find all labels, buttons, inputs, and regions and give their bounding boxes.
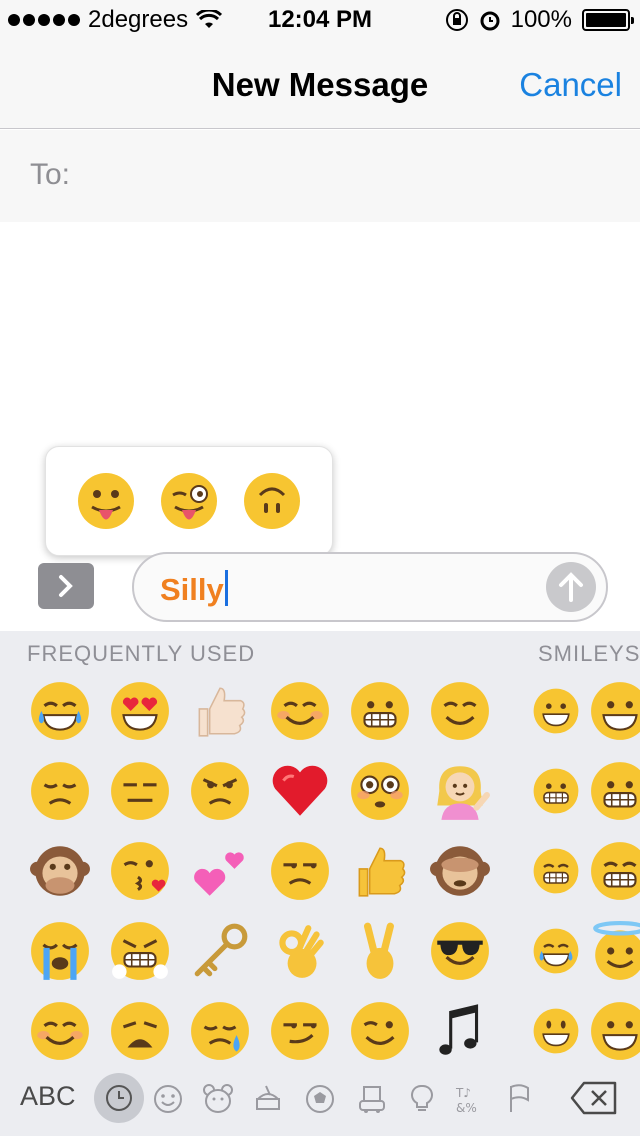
tears-of-joy-emoji[interactable]	[532, 911, 580, 991]
beaming-partial-emoji[interactable]	[580, 831, 640, 911]
message-input-value: Silly	[160, 572, 224, 607]
unamused-emoji[interactable]	[260, 831, 340, 911]
to-label: To:	[30, 158, 71, 191]
svg-text:T♪: T♪	[455, 1086, 471, 1100]
alarm-icon	[480, 11, 500, 31]
sports-ball-icon[interactable]	[300, 1079, 340, 1119]
grinning-emoji[interactable]	[532, 671, 580, 751]
smiley-emoji[interactable]	[532, 991, 580, 1071]
battery-percent: 100%	[510, 6, 572, 33]
food-icon[interactable]	[248, 1079, 288, 1119]
grinning-partial-emoji[interactable]	[580, 671, 640, 751]
symbols-icon[interactable]: T♪ &%	[450, 1079, 490, 1119]
grimacing-emoji[interactable]	[532, 751, 580, 831]
buildings-icon[interactable]	[352, 1079, 392, 1119]
recipient-field[interactable]: To:	[0, 130, 640, 222]
send-button[interactable]	[546, 562, 596, 612]
kissing-heart-emoji[interactable]	[100, 831, 180, 911]
tears-of-joy-emoji[interactable]	[20, 671, 100, 751]
expand-apps-button[interactable]	[38, 563, 94, 609]
thumbs-up-emoji[interactable]	[340, 831, 420, 911]
tongue-out-emoji[interactable]	[76, 471, 136, 531]
relieved-emoji[interactable]	[420, 671, 500, 751]
backspace-icon	[570, 1081, 617, 1115]
weary-emoji[interactable]	[100, 991, 180, 1071]
battery-fill	[586, 13, 626, 27]
abc-key[interactable]: ABC	[20, 1081, 76, 1112]
rotation-lock-icon	[445, 9, 468, 31]
status-bar: 2degrees 12:04 PM 100%	[0, 0, 640, 40]
emoji-grid	[20, 671, 640, 1071]
information-desk-person-emoji[interactable]	[420, 751, 500, 831]
delete-key[interactable]	[570, 1081, 618, 1120]
battery-icon	[582, 9, 634, 31]
section-smileys-label: SMILEYS	[538, 641, 640, 666]
upside-down-face-emoji[interactable]	[242, 471, 302, 531]
heart-eyes-emoji[interactable]	[100, 671, 180, 751]
musical-notes-emoji[interactable]	[420, 991, 500, 1071]
pensive-emoji[interactable]	[20, 751, 100, 831]
halo-partial-emoji[interactable]	[580, 911, 640, 991]
red-heart-emoji[interactable]	[260, 751, 340, 831]
navigation-bar: New Message Cancel	[0, 40, 640, 129]
beaming-emoji[interactable]	[532, 831, 580, 911]
animal-icon[interactable]	[198, 1079, 238, 1119]
flushed-emoji[interactable]	[340, 751, 420, 831]
section-frequently-used-label: FREQUENTLY USED	[27, 641, 256, 666]
message-input-text: Silly	[160, 570, 228, 608]
grimace-emoji[interactable]	[340, 671, 420, 751]
thumbs-up-light-emoji[interactable]	[180, 671, 260, 751]
recent-clock-icon[interactable]	[94, 1073, 144, 1123]
triumph-emoji[interactable]	[100, 911, 180, 991]
wink-emoji[interactable]	[340, 991, 420, 1071]
lightbulb-icon[interactable]	[402, 1079, 442, 1119]
chevron-right-icon	[59, 575, 73, 597]
grimacing-partial-emoji[interactable]	[580, 751, 640, 831]
svg-text:&%: &%	[456, 1101, 477, 1115]
winking-tongue-emoji[interactable]	[159, 471, 219, 531]
smiley-icon[interactable]	[148, 1079, 188, 1119]
flag-icon[interactable]	[500, 1079, 540, 1119]
keyboard-bottom-bar: ABC T♪ &%	[0, 1061, 640, 1136]
ok-hand-emoji[interactable]	[260, 911, 340, 991]
relaxed-emoji[interactable]	[20, 991, 100, 1071]
cancel-button[interactable]: Cancel	[519, 66, 622, 104]
loudly-crying-emoji[interactable]	[20, 911, 100, 991]
status-right: 100%	[445, 6, 634, 34]
text-caret	[224, 570, 228, 606]
victory-hand-emoji[interactable]	[340, 911, 420, 991]
speak-no-evil-monkey-emoji[interactable]	[20, 831, 100, 911]
old-key-emoji[interactable]	[180, 911, 260, 991]
expressionless-emoji[interactable]	[100, 751, 180, 831]
angry-emoji[interactable]	[180, 751, 260, 831]
two-hearts-emoji[interactable]	[180, 831, 260, 911]
emoji-keyboard: FREQUENTLY USED SMILEYS ABC T♪ &%	[0, 631, 640, 1136]
sleepy-emoji[interactable]	[180, 991, 260, 1071]
see-no-evil-monkey-emoji[interactable]	[420, 831, 500, 911]
emoji-suggestion-popover	[45, 446, 333, 556]
smiley-partial-emoji[interactable]	[580, 991, 640, 1071]
blush-smile-emoji[interactable]	[260, 671, 340, 751]
smirk-emoji[interactable]	[260, 991, 340, 1071]
sunglasses-emoji[interactable]	[420, 911, 500, 991]
arrow-up-icon	[559, 572, 583, 602]
message-input[interactable]: Silly	[132, 552, 608, 622]
